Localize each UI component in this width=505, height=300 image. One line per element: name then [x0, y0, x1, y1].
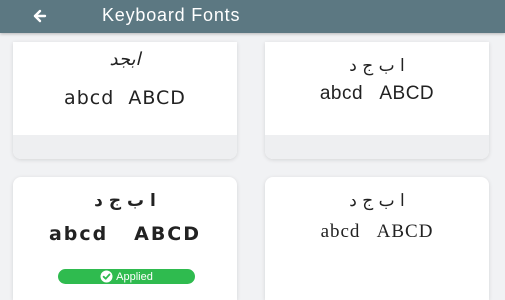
arabic-sample: ا ب ج د	[94, 191, 156, 211]
applied-badge: Applied	[58, 269, 195, 284]
back-button[interactable]	[27, 4, 53, 28]
latin-sample: abcd ABCD	[48, 223, 202, 245]
font-card-2[interactable]: ا ب ج د abcd ABCD	[265, 42, 489, 159]
app-bar: Keyboard Fonts	[0, 0, 505, 33]
page-title: Keyboard Fonts	[102, 5, 241, 25]
back-arrow-icon	[33, 9, 47, 23]
arabic-sample: ا ب ج د	[349, 191, 405, 211]
latin-sample: abcd ABCD	[319, 83, 435, 104]
latin-sample: abcd ABCD	[64, 87, 186, 109]
arabic-sample: ابجد	[109, 49, 141, 70]
font-card-1[interactable]: ابجد abcd ABCD	[13, 42, 237, 159]
applied-label: Applied	[116, 270, 153, 283]
check-circle-icon	[100, 270, 113, 283]
font-card-4[interactable]: ا ب ج د abcd ABCD	[265, 177, 489, 300]
card-footer	[265, 135, 489, 159]
arabic-sample: ا ب ج د	[349, 56, 405, 76]
latin-sample: abcd ABCD	[320, 221, 434, 242]
card-footer	[13, 135, 237, 159]
